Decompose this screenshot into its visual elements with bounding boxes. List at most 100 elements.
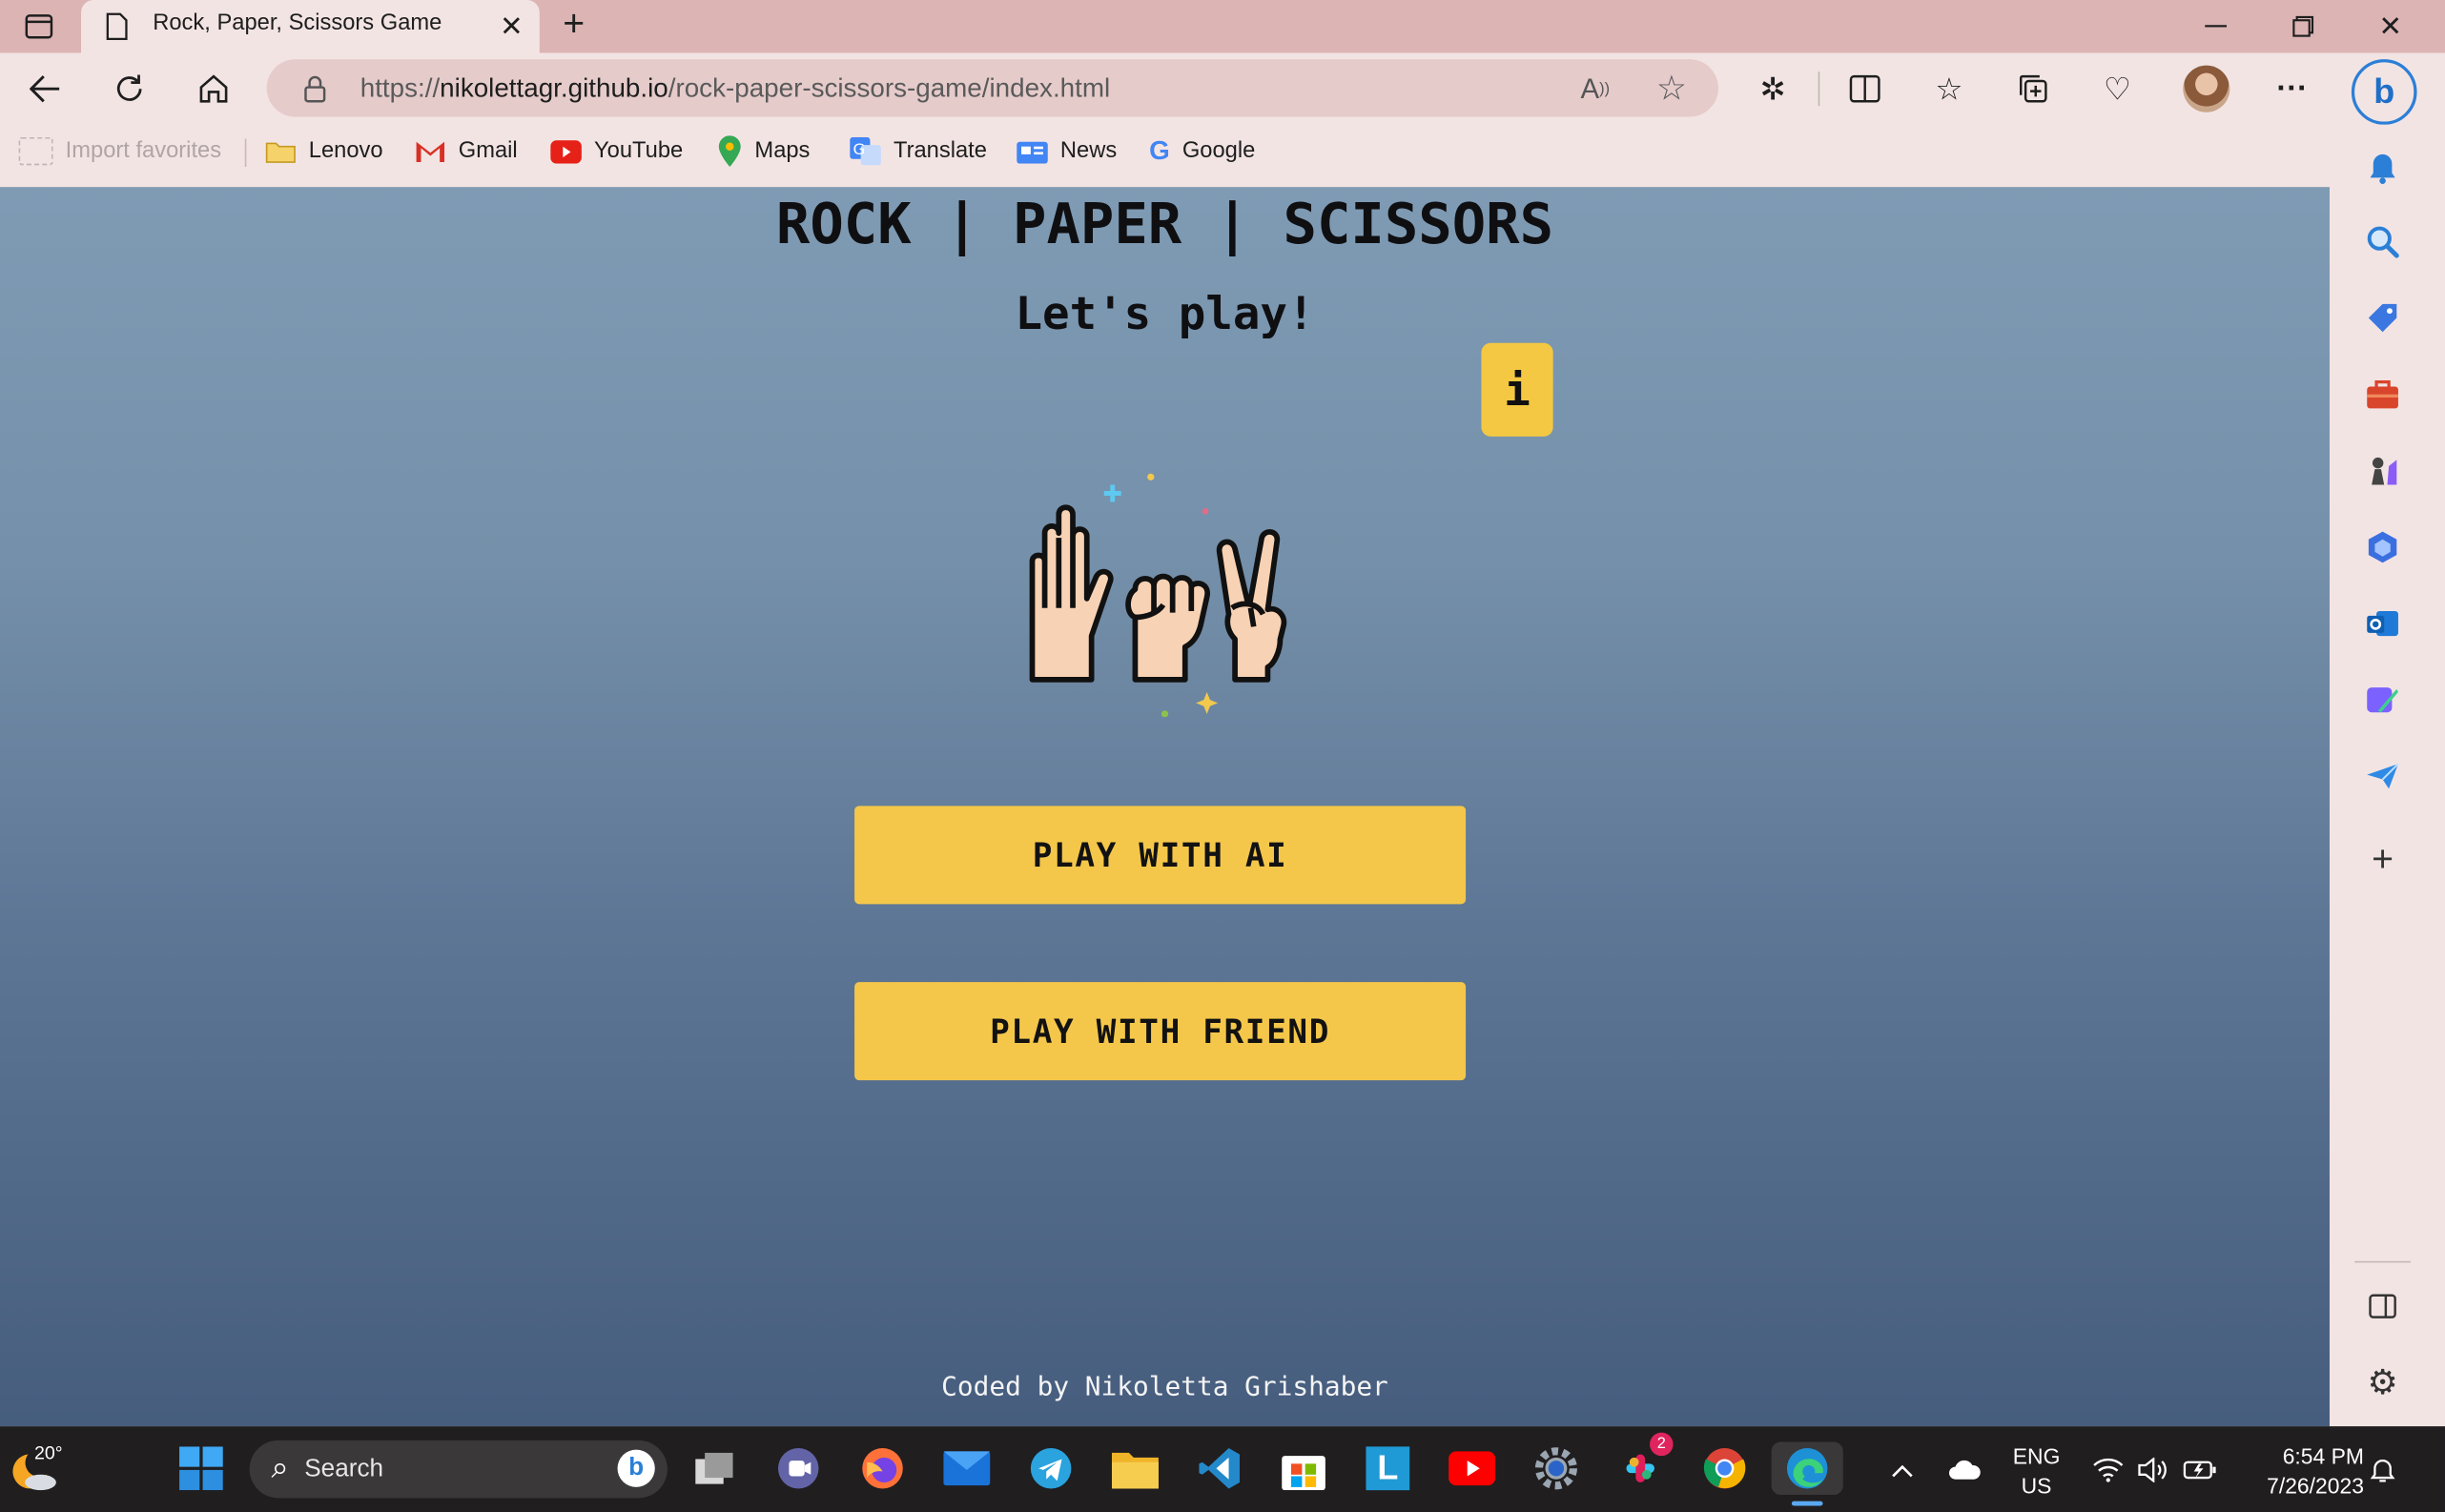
windows-taskbar: 20° ⌕ Search b L 2 ENG US 6:54 PM 7/26/2… bbox=[0, 1426, 2445, 1512]
weather-widget[interactable]: 20° bbox=[12, 1441, 74, 1498]
translate-icon: G bbox=[850, 136, 881, 166]
favorites-divider bbox=[244, 138, 247, 167]
play-with-friend-button[interactable]: PLAY WITH FRIEND bbox=[854, 982, 1467, 1081]
page-icon bbox=[103, 12, 131, 41]
favorite-translate[interactable]: G Translate bbox=[850, 125, 987, 178]
clock-time: 6:54 PM bbox=[2282, 1443, 2364, 1469]
news-icon bbox=[1017, 141, 1048, 164]
active-app-indicator bbox=[1791, 1501, 1823, 1506]
search-icon: ⌕ bbox=[271, 1451, 289, 1486]
slack-notification-badge: 2 bbox=[1650, 1432, 1674, 1457]
designer-icon[interactable] bbox=[2330, 677, 2435, 724]
youtube-app-icon[interactable] bbox=[1446, 1441, 1499, 1495]
maps-pin-icon bbox=[718, 135, 741, 167]
send-drop-icon[interactable] bbox=[2330, 753, 2435, 800]
language-code: ENG bbox=[2012, 1443, 2061, 1469]
hide-sidebar-icon[interactable] bbox=[2330, 1283, 2435, 1330]
sidebar-divider bbox=[2354, 1260, 2412, 1263]
folder-icon bbox=[265, 142, 296, 163]
refresh-icon[interactable] bbox=[106, 66, 153, 112]
youtube-icon bbox=[550, 139, 582, 163]
vscode-icon[interactable] bbox=[1193, 1441, 1246, 1495]
file-explorer-icon[interactable] bbox=[1109, 1441, 1162, 1495]
back-icon[interactable] bbox=[22, 66, 69, 112]
read-aloud-icon[interactable]: A)) bbox=[1576, 71, 1613, 108]
bing-search-icon: b bbox=[617, 1449, 655, 1487]
page-subtitle: Let's play! bbox=[1015, 286, 1315, 340]
search-sidebar-icon[interactable] bbox=[2330, 218, 2435, 265]
close-window-icon[interactable]: ✕ bbox=[2364, 7, 2417, 48]
language-indicator[interactable]: ENG US bbox=[2008, 1441, 2065, 1501]
bing-copilot-icon[interactable]: b bbox=[2351, 59, 2417, 125]
wifi-icon[interactable] bbox=[2089, 1451, 2127, 1488]
slack-icon[interactable]: 2 bbox=[1613, 1432, 1674, 1495]
task-view-icon[interactable] bbox=[688, 1441, 741, 1495]
tab-title: Rock, Paper, Scissors Game bbox=[153, 10, 442, 36]
settings-app-gear-icon[interactable] bbox=[1530, 1441, 1583, 1495]
taskbar-search-placeholder: Search bbox=[304, 1455, 384, 1482]
favorite-gmail[interactable]: Gmail bbox=[415, 125, 518, 178]
navigation-toolbar: https://nikolettagr.github.io/rock-paper… bbox=[0, 52, 2445, 125]
shopping-tag-icon[interactable] bbox=[2330, 295, 2435, 341]
favorite-maps[interactable]: Maps bbox=[717, 125, 810, 178]
google-icon: G bbox=[1149, 135, 1170, 166]
profile-avatar[interactable] bbox=[2183, 65, 2230, 112]
favorite-youtube[interactable]: YouTube bbox=[550, 125, 683, 178]
favorite-import[interactable]: Import favorites bbox=[18, 125, 221, 178]
lock-icon[interactable] bbox=[301, 73, 329, 105]
minimize-icon[interactable] bbox=[2189, 7, 2243, 48]
favorites-bar: Import favorites Lenovo Gmail YouTube Ma… bbox=[0, 124, 2330, 189]
favorite-star-icon[interactable]: ☆ bbox=[1653, 69, 1690, 108]
close-tab-icon[interactable]: ✕ bbox=[496, 10, 527, 42]
tab-actions-icon[interactable] bbox=[19, 8, 60, 45]
favorite-news[interactable]: News bbox=[1017, 125, 1117, 178]
split-screen-icon[interactable] bbox=[1843, 67, 1887, 111]
mail-icon[interactable] bbox=[940, 1441, 994, 1495]
web-page: ROCK | PAPER | SCISSORS Let's play! i PL… bbox=[0, 187, 2330, 1427]
more-options-icon[interactable]: ··· bbox=[2270, 67, 2314, 111]
extensions-icon[interactable]: ✲ bbox=[1751, 67, 1795, 111]
address-bar[interactable]: https://nikolettagr.github.io/rock-paper… bbox=[266, 59, 1718, 117]
browser-essentials-icon[interactable]: ♡ bbox=[2096, 67, 2140, 111]
import-icon bbox=[18, 136, 53, 166]
clock[interactable]: 6:54 PM 7/26/2023 bbox=[2233, 1441, 2364, 1501]
edge-sidebar: + ⚙ bbox=[2329, 124, 2445, 1427]
favorite-google[interactable]: G Google bbox=[1149, 125, 1255, 178]
chrome-icon[interactable] bbox=[1698, 1441, 1752, 1495]
new-tab-icon[interactable]: + bbox=[555, 3, 592, 45]
battery-charging-icon[interactable] bbox=[2180, 1451, 2221, 1488]
sidebar-settings-gear-icon[interactable]: ⚙ bbox=[2330, 1359, 2435, 1406]
add-sidebar-app-icon[interactable]: + bbox=[2330, 837, 2435, 884]
start-windows-icon[interactable] bbox=[175, 1441, 228, 1495]
toolbar-divider bbox=[1818, 72, 1820, 107]
edge-browser-icon[interactable] bbox=[1771, 1441, 1843, 1506]
play-with-ai-button[interactable]: PLAY WITH AI bbox=[854, 806, 1467, 905]
info-button[interactable]: i bbox=[1481, 342, 1553, 437]
restore-icon[interactable] bbox=[2276, 7, 2330, 48]
microsoft-store-icon[interactable] bbox=[1277, 1441, 1330, 1495]
collections-icon[interactable] bbox=[2011, 67, 2055, 111]
favorite-lenovo[interactable]: Lenovo bbox=[265, 125, 383, 178]
weather-temperature: 20° bbox=[33, 1441, 63, 1464]
clock-date: 7/26/2023 bbox=[2267, 1473, 2364, 1499]
games-chess-icon[interactable] bbox=[2330, 447, 2435, 494]
home-icon[interactable] bbox=[190, 66, 236, 112]
show-hidden-icons-chevron-icon[interactable] bbox=[1883, 1451, 1921, 1488]
volume-icon[interactable] bbox=[2135, 1451, 2172, 1488]
tools-briefcase-icon[interactable] bbox=[2330, 371, 2435, 418]
notifications-bell-icon[interactable] bbox=[2330, 143, 2435, 190]
outlook-icon[interactable] bbox=[2330, 601, 2435, 647]
svg-text:G: G bbox=[853, 140, 865, 158]
teams-chat-icon[interactable] bbox=[771, 1441, 825, 1495]
onedrive-cloud-icon[interactable] bbox=[1942, 1451, 1986, 1488]
title-bar: Rock, Paper, Scissors Game ✕ + ✕ bbox=[0, 0, 2445, 53]
favorites-icon[interactable]: ☆ bbox=[1927, 67, 1971, 111]
active-tab[interactable]: Rock, Paper, Scissors Game ✕ bbox=[81, 0, 540, 53]
taskbar-search-box[interactable]: ⌕ Search b bbox=[249, 1440, 668, 1499]
firefox-icon[interactable] bbox=[856, 1441, 910, 1495]
lenovo-l-app-icon[interactable]: L bbox=[1362, 1441, 1415, 1495]
language-region: US bbox=[2021, 1473, 2052, 1499]
microsoft-365-icon[interactable] bbox=[2330, 523, 2435, 570]
telegram-icon[interactable] bbox=[1024, 1441, 1078, 1495]
notification-center-icon[interactable] bbox=[2364, 1451, 2401, 1488]
